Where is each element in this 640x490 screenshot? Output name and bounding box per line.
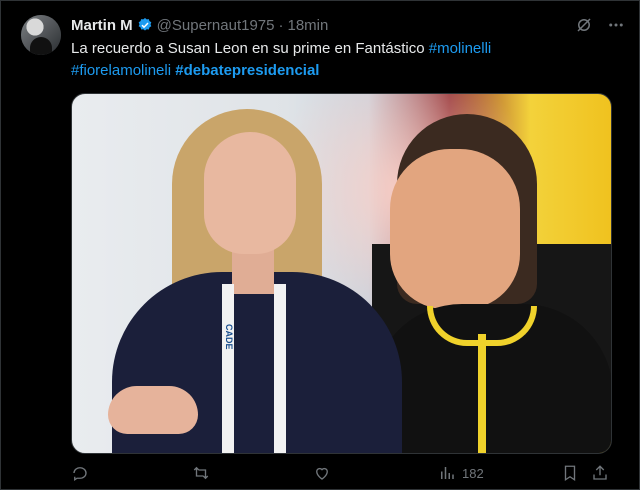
tweet-card[interactable]: Martin M @Supernaut1975 · 18min La recue… [0, 0, 640, 490]
more-icon[interactable] [607, 16, 625, 34]
retweet-icon [193, 466, 209, 480]
hashtag-link[interactable]: #molinelli [429, 40, 492, 57]
action-bar: 182 [71, 463, 617, 483]
bookmark-button[interactable] [561, 464, 579, 482]
avatar[interactable] [21, 15, 61, 55]
views-icon [441, 467, 454, 479]
reply-button[interactable] [71, 464, 89, 482]
share-icon [593, 465, 607, 480]
hashtag-link[interactable]: #fiorelamolineli [71, 62, 171, 79]
author-handle[interactable]: @Supernaut1975 [157, 17, 275, 34]
views-count: 182 [462, 465, 484, 481]
tweet-text: La recuerdo a Susan Leon en su prime en … [71, 38, 619, 82]
tweet-image[interactable]: CADE [71, 93, 612, 454]
like-button[interactable] [313, 464, 331, 482]
retweet-button[interactable] [192, 464, 210, 482]
lanyard: CADE [222, 284, 286, 453]
views-button[interactable]: 182 [438, 464, 484, 482]
lanyard-text: CADE [224, 324, 234, 350]
bookmark-icon [564, 465, 576, 482]
like-icon [316, 467, 328, 480]
verified-badge-icon [137, 17, 153, 33]
reply-icon [73, 467, 87, 482]
tweet-time[interactable]: 18min [288, 17, 329, 34]
share-button[interactable] [591, 464, 609, 482]
author-name[interactable]: Martin M [71, 17, 133, 34]
separator-dot: · [278, 16, 284, 34]
tweet-body: La recuerdo a Susan Leon en su prime en … [71, 40, 429, 57]
grok-icon[interactable] [575, 16, 593, 34]
tweet-header: Martin M @Supernaut1975 · 18min [71, 15, 625, 35]
hashtag-link[interactable]: #debatepresidencial [175, 62, 319, 79]
header-icons [575, 15, 625, 35]
